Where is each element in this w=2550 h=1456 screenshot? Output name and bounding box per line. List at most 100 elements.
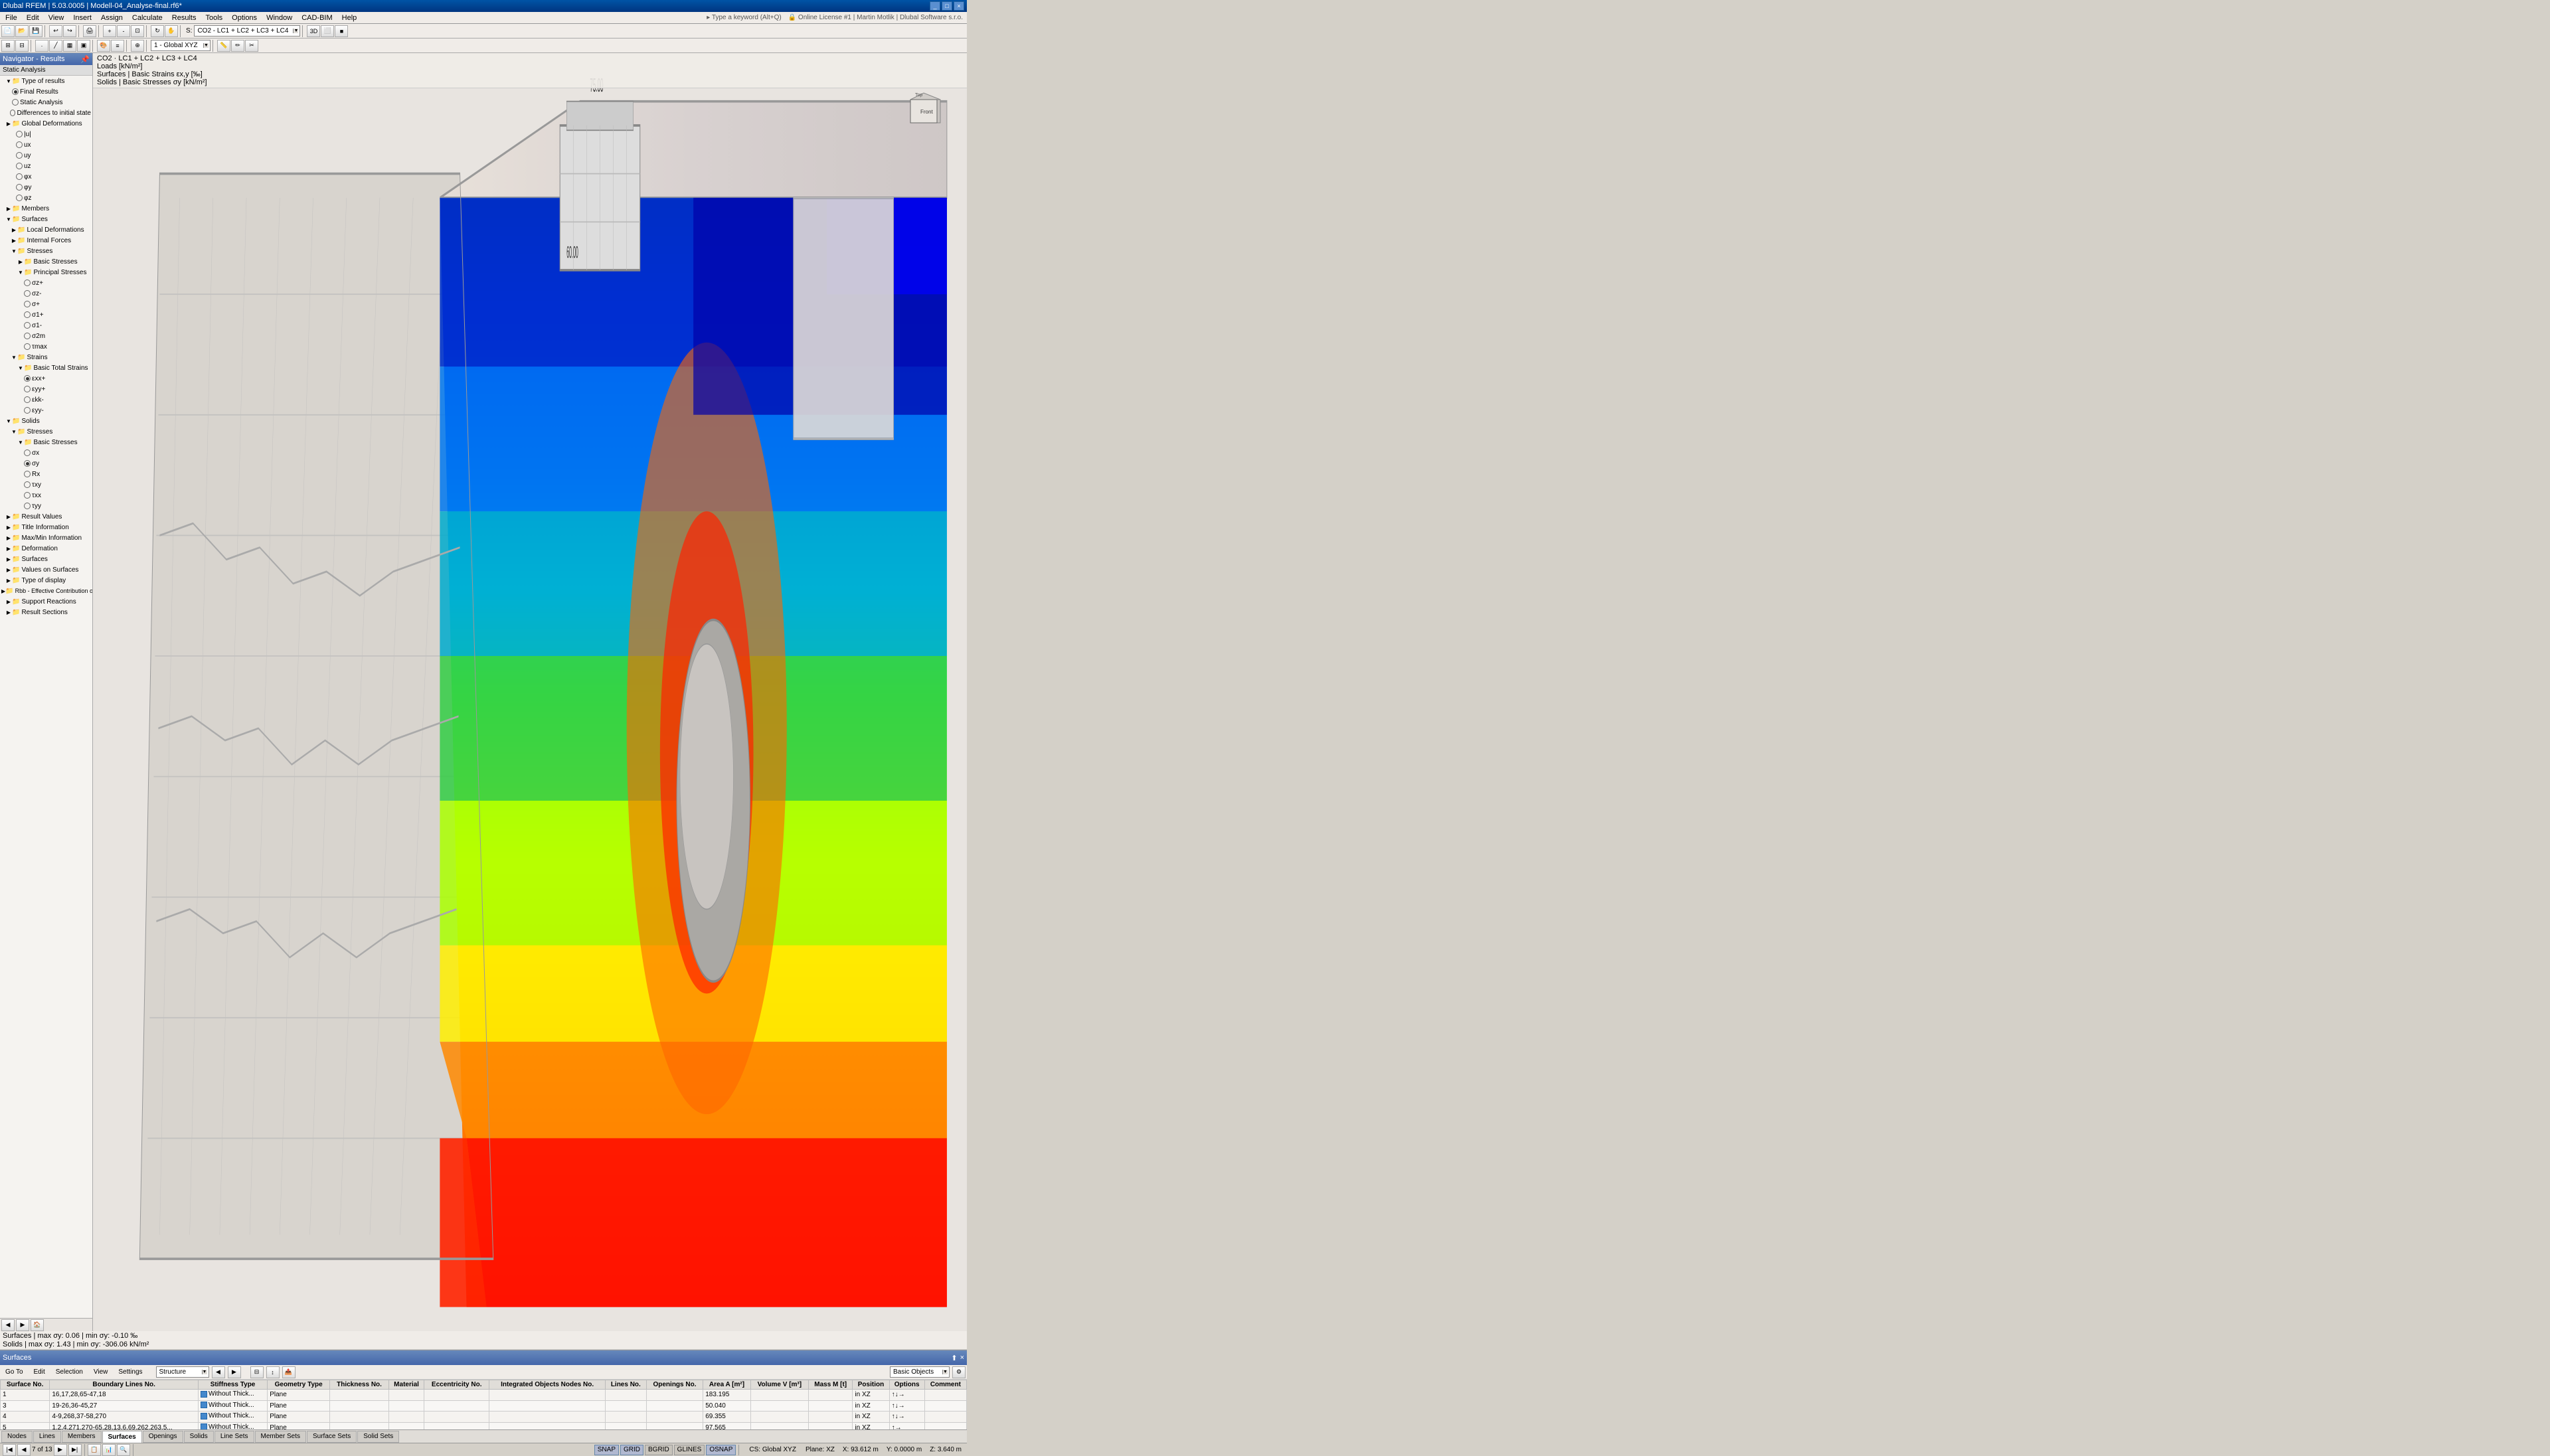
nav-basic-total-strains[interactable]: ▼ 📁 Basic Total Strains [0,363,92,373]
results-settings[interactable]: ⚙ [952,1366,966,1378]
osnap-btn[interactable]: OSNAP [706,1445,736,1455]
table-row[interactable]: 116,17,28,65-47,18Without Thick...Plane1… [1,1390,967,1401]
nav-sigma-z-minus[interactable]: σz- [0,288,92,299]
glines-btn[interactable]: GLINES [674,1445,705,1455]
nav-sigma-plus[interactable]: σ+ [0,299,92,309]
nav-solids[interactable]: ▼ 📁 Solids [0,416,92,426]
tab-member-sets[interactable]: Member Sets [255,1431,306,1443]
menu-edit[interactable]: Edit [23,13,43,23]
render-btn[interactable]: 🎨 [97,40,110,52]
export-btn[interactable]: 📤 [282,1366,296,1378]
radio-uz[interactable] [16,163,23,169]
nav-ux[interactable]: ux [0,139,92,150]
radio-sy[interactable] [24,460,31,467]
expand-support[interactable]: ▶ [5,598,12,605]
nav-members[interactable]: ▶ 📁 Members [0,203,92,214]
nav-solid-stresses[interactable]: ▼ 📁 Stresses [0,426,92,437]
prev-page[interactable]: ◀ [212,1366,225,1378]
nav-values-on-surf[interactable]: ▶ 📁 Values on Surfaces [0,564,92,575]
basic-objects-dropdown[interactable]: ▼ [942,1370,948,1374]
expand-int-forces[interactable]: ▶ [11,237,17,244]
radio-s1-[interactable] [24,322,31,329]
next-page-status[interactable]: ▶ [54,1444,67,1456]
view-dropdown[interactable]: ▼ [203,43,209,48]
view-combo[interactable]: 1 - Global XYZ ▼ [151,40,211,51]
nav-sigma-z-plus[interactable]: σz+ [0,278,92,288]
radio-exx+[interactable] [24,375,31,382]
expand-members[interactable]: ▶ [5,205,12,212]
menu-assign[interactable]: Assign [97,13,127,23]
tab-line-sets[interactable]: Line Sets [214,1431,254,1443]
expand-values-surf[interactable]: ▶ [5,566,12,573]
table-row[interactable]: 319-26,36-45,27Without Thick...Plane50.0… [1,1400,967,1412]
nav-ekk-minus[interactable]: εkk- [0,394,92,405]
nav-final-results[interactable]: Final Results [0,86,92,97]
nav-principal-stresses[interactable]: ▼ 📁 Principal Stresses [0,267,92,278]
structure-combo[interactable]: Structure ▼ [156,1366,209,1378]
viewport-3d[interactable]: CO2 · LC1 + LC2 + LC3 + LC4 Loads [kN/m²… [93,53,967,1331]
contour-btn[interactable]: ≡ [111,40,124,52]
surface-btn[interactable]: ▦ [63,40,76,52]
table-row[interactable]: 44-9,268,37-58,270Without Thick...Plane6… [1,1412,967,1423]
basic-objects-combo[interactable]: Basic Objects ▼ [890,1366,950,1378]
menu-calculate[interactable]: Calculate [128,13,167,23]
status-nav2[interactable]: 📊 [102,1444,116,1456]
tab-lines[interactable]: Lines [33,1431,61,1443]
expand-maxmin[interactable]: ▶ [5,534,12,541]
tab-surface-sets[interactable]: Surface Sets [307,1431,357,1443]
snap-btn[interactable]: ⊕ [131,40,144,52]
expand-solid-stresses[interactable]: ▼ [11,428,17,435]
tab-surfaces[interactable]: Surfaces [102,1431,142,1443]
nav-exx-plus[interactable]: εxx+ [0,373,92,384]
radio-ekk-[interactable] [24,396,31,403]
nav-global-deform[interactable]: ▶ 📁 Global Deformations [0,118,92,129]
rotate-button[interactable]: ↻ [151,25,164,37]
menu-results[interactable]: Results [168,13,201,23]
save-button[interactable]: 💾 [29,25,42,37]
expand-stresses[interactable]: ▼ [11,248,17,254]
nav-title-info[interactable]: ▶ 📁 Title Information [0,522,92,532]
nav-forward[interactable]: ▶ [16,1319,29,1331]
edit-btn[interactable]: Edit [30,1366,49,1378]
close-results[interactable]: × [960,1354,964,1362]
bgrid-btn[interactable]: BGRID [645,1445,673,1455]
menu-options[interactable]: Options [228,13,261,23]
pan-button[interactable]: ✋ [165,25,178,37]
solid-view[interactable]: ■ [335,25,348,37]
menu-insert[interactable]: Insert [69,13,96,23]
view-btn[interactable]: View [90,1366,112,1378]
goto-btn[interactable]: Go To [1,1366,27,1378]
expand-surfaces[interactable]: ▼ [5,216,12,222]
measure-btn[interactable]: 📏 [217,40,230,52]
structure-dropdown[interactable]: ▼ [202,1370,207,1374]
node-btn[interactable]: · [35,40,48,52]
nav-back[interactable]: ◀ [1,1319,15,1331]
expand-title[interactable]: ▶ [5,524,12,530]
nav-sigma1-plus[interactable]: σ1+ [0,309,92,320]
zoom-out[interactable]: - [117,25,130,37]
load-case-combo[interactable]: CO2 - LC1 + LC2 + LC3 + LC4 ▼ [194,25,300,37]
nav-local-deform[interactable]: ▶ 📁 Local Deformations [0,224,92,235]
select-all[interactable]: ⊞ [1,40,15,52]
snap-btn-status[interactable]: SNAP [594,1445,619,1455]
tab-members[interactable]: Members [62,1431,102,1443]
status-nav3[interactable]: 🔍 [117,1444,130,1456]
filter-btn[interactable]: ⊟ [250,1366,264,1378]
expand-type-disp[interactable]: ▶ [5,577,12,584]
radio-sz-[interactable] [24,290,31,297]
nav-result-sections[interactable]: ▶ 📁 Result Sections [0,607,92,617]
nav-home[interactable]: 🏠 [31,1319,44,1331]
annotate-btn[interactable]: ✏ [231,40,244,52]
expand-solids[interactable]: ▼ [5,418,12,424]
nav-surfaces2[interactable]: ▶ 📁 Surfaces [0,554,92,564]
radio-static[interactable] [12,99,19,106]
nav-deformation[interactable]: ▶ 📁 Deformation [0,543,92,554]
tab-solids[interactable]: Solids [184,1431,214,1443]
zoom-all[interactable]: ⊡ [131,25,144,37]
menu-file[interactable]: File [1,13,21,23]
orientation-cube[interactable]: Front Top [900,90,947,136]
radio-txy[interactable] [24,481,31,488]
radio-txx[interactable] [24,492,31,499]
nav-sy[interactable]: σy [0,458,92,469]
menu-tools[interactable]: Tools [201,13,226,23]
